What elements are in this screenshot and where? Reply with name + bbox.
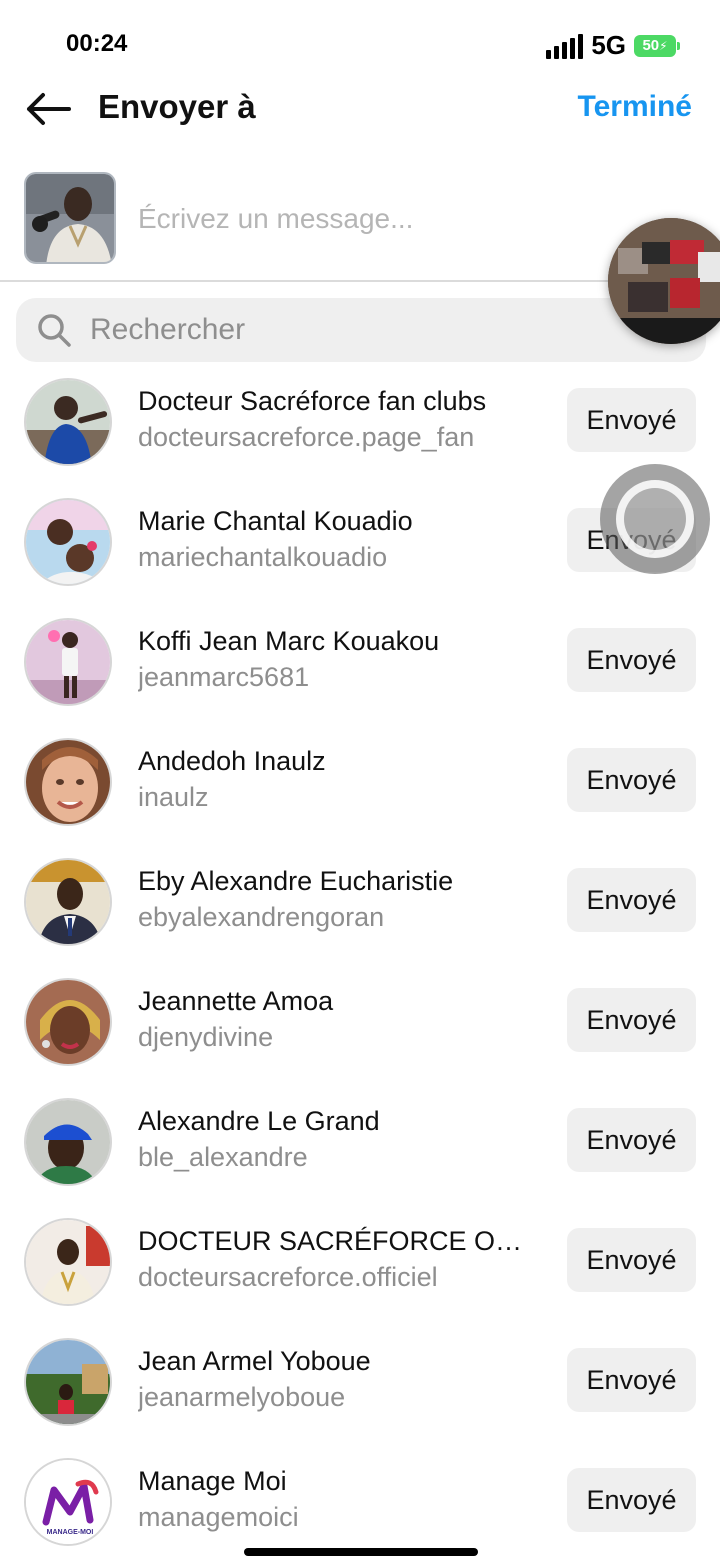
contact-username: jeanmarc5681 <box>138 662 310 692</box>
avatar <box>24 978 112 1066</box>
list-item[interactable]: MANAGE-MOI Manage Moi managemoici Envoyé <box>0 1440 720 1560</box>
assistive-touch-button[interactable] <box>600 464 710 574</box>
sent-button[interactable]: Envoyé <box>567 988 696 1052</box>
status-indicators: 5G 50 ⚡ <box>546 30 680 61</box>
list-item[interactable]: Docteur Sacréforce fan clubs docteursacr… <box>0 360 720 480</box>
avatar <box>24 498 112 586</box>
avatar <box>24 1098 112 1186</box>
contact-name: Jeannette Amoa <box>138 986 334 1016</box>
contact-username: managemoici <box>138 1502 299 1532</box>
signal-icon <box>546 33 584 59</box>
contact-name: Eby Alexandre Eucharistie <box>138 866 454 896</box>
contact-username: ble_alexandre <box>138 1142 308 1172</box>
search-input[interactable] <box>90 308 610 352</box>
avatar <box>24 738 112 826</box>
contact-username: docteursacreforce.officiel <box>138 1262 438 1292</box>
avatar: MANAGE-MOI <box>24 1458 112 1546</box>
battery-level: 50 <box>642 37 660 54</box>
contact-name: Manage Moi <box>138 1466 287 1496</box>
contact-name: Docteur Sacréforce fan clubs <box>138 386 487 416</box>
contact-name: Marie Chantal Kouadio <box>138 506 413 536</box>
avatar <box>24 618 112 706</box>
list-item[interactable]: Andedoh Inaulz inaulz Envoyé <box>0 720 720 840</box>
contact-name: Jean Armel Yoboue <box>138 1346 371 1376</box>
avatar <box>24 858 112 946</box>
contact-username: djenydivine <box>138 1022 274 1052</box>
sent-button[interactable]: Envoyé <box>567 1348 696 1412</box>
search-icon <box>38 314 71 347</box>
battery-icon: 50 ⚡ <box>634 34 680 57</box>
shared-post-thumbnail <box>24 172 116 264</box>
sent-button[interactable]: Envoyé <box>567 388 696 452</box>
list-item[interactable]: DOCTEUR SACRÉFORCE OFFICIEL docteursacre… <box>0 1200 720 1320</box>
avatar <box>24 1338 112 1426</box>
header: Envoyer à Terminé <box>0 74 720 144</box>
page-title: Envoyer à <box>98 88 256 125</box>
sent-button[interactable]: Envoyé <box>567 748 696 812</box>
list-item[interactable]: Jeannette Amoa djenydivine Envoyé <box>0 960 720 1080</box>
home-indicator[interactable] <box>244 1548 478 1556</box>
status-time: 00:24 <box>66 30 128 57</box>
contact-username: ebyalexandrengoran <box>138 902 385 932</box>
sent-button[interactable]: Envoyé <box>567 868 696 932</box>
back-button[interactable] <box>22 86 74 132</box>
list-item[interactable]: Alexandre Le Grand ble_alexandre Envoyé <box>0 1080 720 1200</box>
list-item[interactable]: Jean Armel Yoboue jeanarmelyoboue Envoyé <box>0 1320 720 1440</box>
svg-text:MANAGE-MOI: MANAGE-MOI <box>47 1529 94 1536</box>
contact-username: docteursacreforce.page_fan <box>138 422 475 452</box>
sent-button[interactable]: Envoyé <box>567 1228 696 1292</box>
sent-button[interactable]: Envoyé <box>567 628 696 692</box>
assistive-touch-icon <box>616 480 694 558</box>
list-item[interactable]: Eby Alexandre Eucharistie ebyalexandreng… <box>0 840 720 960</box>
search-bar[interactable] <box>16 298 706 362</box>
manage-moi-logo: MANAGE-MOI <box>26 1460 110 1544</box>
contact-username: jeanarmelyoboue <box>138 1382 346 1412</box>
contact-username: mariechantalkouadio <box>138 542 388 572</box>
message-input[interactable] <box>138 194 578 244</box>
sent-button[interactable]: Envoyé <box>567 1468 696 1532</box>
contact-username: inaulz <box>138 782 209 812</box>
avatar <box>24 378 112 466</box>
list-item[interactable]: Koffi Jean Marc Kouakou jeanmarc5681 Env… <box>0 600 720 720</box>
sent-button[interactable]: Envoyé <box>567 1108 696 1172</box>
contact-name: Andedoh Inaulz <box>138 746 326 776</box>
done-button[interactable]: Terminé <box>578 90 692 124</box>
contact-name: Alexandre Le Grand <box>138 1106 380 1136</box>
network-type: 5G <box>591 30 626 60</box>
avatar <box>24 1218 112 1306</box>
contact-name: Koffi Jean Marc Kouakou <box>138 626 440 656</box>
contact-name: DOCTEUR SACRÉFORCE OFFICIEL <box>138 1226 534 1256</box>
arrow-left-icon <box>27 93 71 125</box>
